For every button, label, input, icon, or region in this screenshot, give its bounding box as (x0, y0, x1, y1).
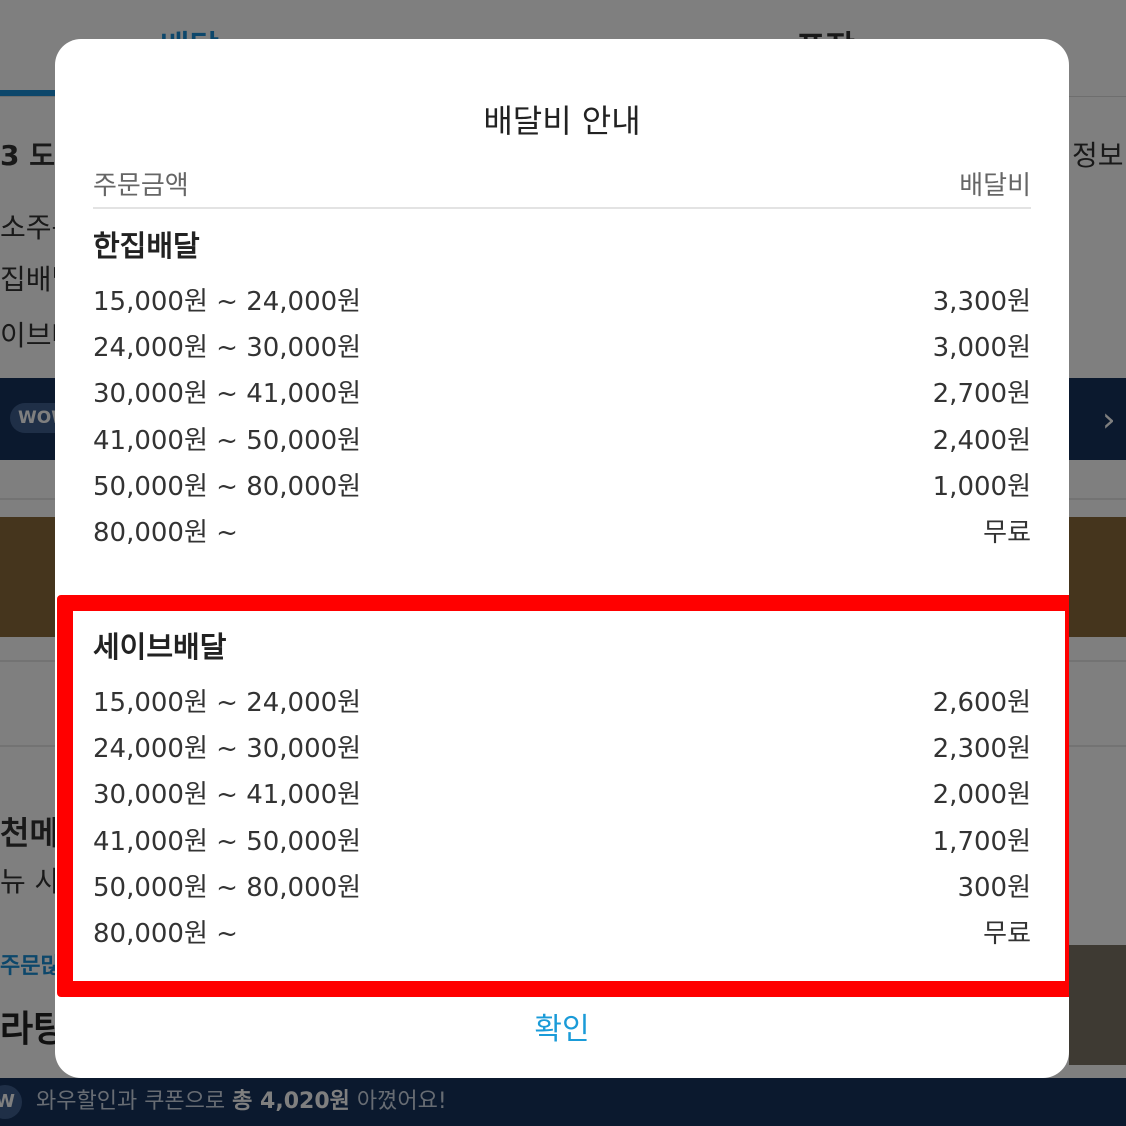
section-title: 한집배달 (93, 229, 200, 263)
highlight-box (57, 595, 1069, 997)
fee-value: 3,000원 (932, 333, 1031, 364)
fee-row: 15,000원 ~ 24,000원 3,300원 (93, 275, 1031, 321)
fee-table-header: 주문금액 배달비 (93, 151, 1031, 209)
dialog-title: 배달비 안내 (483, 102, 641, 140)
order-range: 24,000원 ~ 30,000원 (93, 333, 362, 364)
fee-row: 41,000원 ~ 50,000원 2,400원 (93, 414, 1031, 460)
order-range: 80,000원 ~ (93, 517, 238, 548)
fee-value: 1,000원 (932, 471, 1031, 502)
fee-row: 50,000원 ~ 80,000원 1,000원 (93, 460, 1031, 506)
fee-value: 2,700원 (932, 379, 1031, 410)
order-range: 50,000원 ~ 80,000원 (93, 471, 362, 502)
order-range: 15,000원 ~ 24,000원 (93, 287, 362, 317)
single-delivery-section: 한집배달 15,000원 ~ 24,000원 3,300원 24,000원 ~ 3… (93, 225, 1031, 552)
fee-row: 80,000원 ~ 무료 (93, 506, 1031, 552)
fee-row: 24,000원 ~ 30,000원 3,000원 (93, 321, 1031, 367)
header-delivery-fee: 배달비 (959, 171, 1031, 201)
header-order-amount: 주문금액 (93, 171, 189, 201)
confirm-button[interactable]: 확인 (55, 999, 1069, 1059)
order-range: 30,000원 ~ 41,000원 (93, 379, 362, 410)
order-range: 41,000원 ~ 50,000원 (93, 425, 362, 456)
fee-value: 무료 (983, 517, 1031, 548)
fee-value: 2,400원 (932, 425, 1031, 456)
fee-row: 30,000원 ~ 41,000원 2,700원 (93, 367, 1031, 413)
fee-value: 3,300원 (932, 287, 1031, 317)
delivery-fee-dialog: 배달비 안내 주문금액 배달비 한집배달 15,000원 ~ 24,000원 3,… (55, 39, 1069, 1078)
